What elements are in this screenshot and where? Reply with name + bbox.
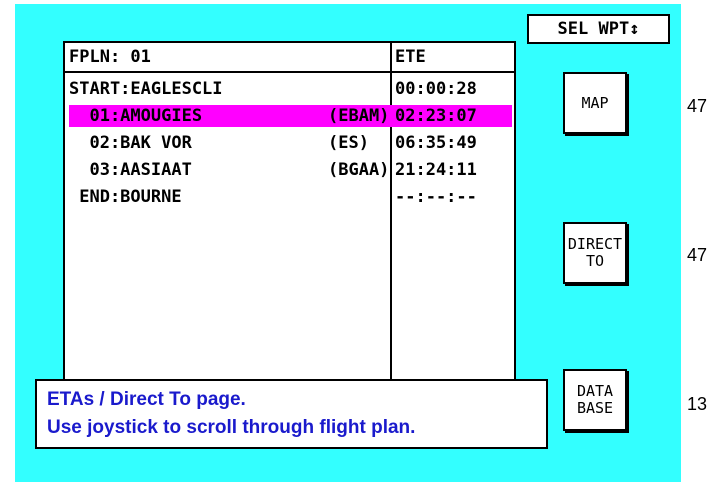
row-01-name[interactable]: 01:AMOUGIES bbox=[69, 106, 202, 126]
flight-plan-table: FPLN: 01 ETE START:EAGLESCLI 00:00:28 01… bbox=[63, 41, 516, 382]
row-01-ete: 02:23:07 bbox=[395, 106, 477, 126]
row-03-code: (BGAA) bbox=[328, 160, 390, 180]
fpln-title: FPLN: 01 bbox=[69, 47, 151, 67]
ete-header: ETE bbox=[395, 47, 426, 67]
row-start-name[interactable]: START:EAGLESCLI bbox=[69, 79, 223, 99]
sel-wpt-button[interactable]: SEL WPT↕ bbox=[527, 14, 670, 44]
direct-to-button[interactable]: DIRECT TO bbox=[563, 222, 627, 284]
row-01-code: (EBAM) bbox=[328, 106, 390, 126]
message-line-2: Use joystick to scroll through flight pl… bbox=[47, 417, 416, 438]
database-count: 13 bbox=[687, 394, 708, 414]
row-start-ete: 00:00:28 bbox=[395, 79, 477, 99]
database-button[interactable]: DATA BASE bbox=[563, 369, 627, 431]
direct-to-count: 47 bbox=[687, 245, 708, 265]
message-box: ETAs / Direct To page. Use joystick to s… bbox=[35, 379, 548, 449]
row-end-ete: --:--:-- bbox=[395, 187, 477, 207]
row-end-name[interactable]: END:BOURNE bbox=[69, 187, 181, 207]
map-count: 47 bbox=[687, 96, 708, 116]
row-03-ete: 21:24:11 bbox=[395, 160, 477, 180]
message-line-1: ETAs / Direct To page. bbox=[47, 389, 246, 410]
map-button[interactable]: MAP bbox=[563, 72, 627, 134]
row-02-name[interactable]: 02:BAK VOR bbox=[69, 133, 191, 153]
row-02-ete: 06:35:49 bbox=[395, 133, 477, 153]
row-03-name[interactable]: 03:AASIAAT bbox=[69, 160, 191, 180]
row-02-code: (ES) bbox=[328, 133, 369, 153]
